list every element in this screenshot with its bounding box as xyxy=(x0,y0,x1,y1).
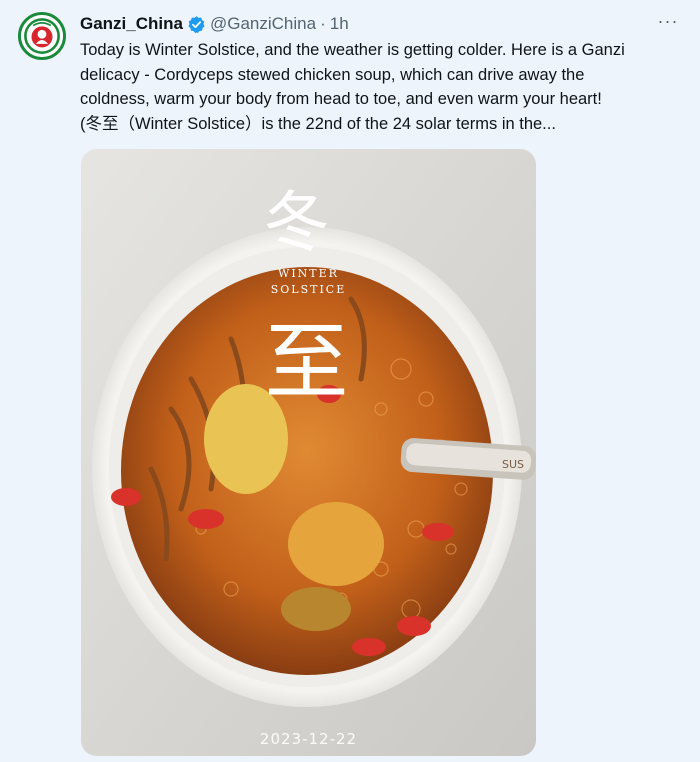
separator-dot: · xyxy=(320,14,326,33)
tweet-text: Today is Winter Solstice, and the weathe… xyxy=(80,38,680,136)
tweet-text-line: coldness, warm your body from head to to… xyxy=(80,90,602,108)
tweet-media-image[interactable]: 冬 WINTER SOLSTICE 至 SUS 2023-12-22 xyxy=(81,149,536,756)
tweet-card[interactable]: Ganzi_China @GanziChina · 1h ··· Today i… xyxy=(0,0,700,762)
display-name[interactable]: Ganzi_China xyxy=(80,14,183,34)
user-handle[interactable]: @GanziChina xyxy=(210,14,316,34)
spoon-text: SUS xyxy=(502,458,525,471)
tweet-header: Ganzi_China @GanziChina · 1h ··· xyxy=(80,12,680,36)
more-options-icon[interactable]: ··· xyxy=(656,12,680,36)
tweet-text-line: Today is Winter Solstice, and the weathe… xyxy=(80,41,625,59)
post-time[interactable]: 1h xyxy=(330,14,349,34)
title-char-winter: 冬 xyxy=(263,184,330,261)
ganzi-logo-icon xyxy=(21,15,63,57)
caption-winter: WINTER xyxy=(278,267,339,280)
image-date: 2023-12-22 xyxy=(259,730,358,748)
avatar[interactable] xyxy=(18,12,66,60)
tweet-text-line: (冬至（Winter Solstice）is the 22nd of the 2… xyxy=(80,114,556,133)
title-char-solstice: 至 xyxy=(264,313,349,411)
tweet-text-line: delicacy - Cordyceps stewed chicken soup… xyxy=(80,65,585,84)
verified-badge-icon xyxy=(188,15,205,33)
